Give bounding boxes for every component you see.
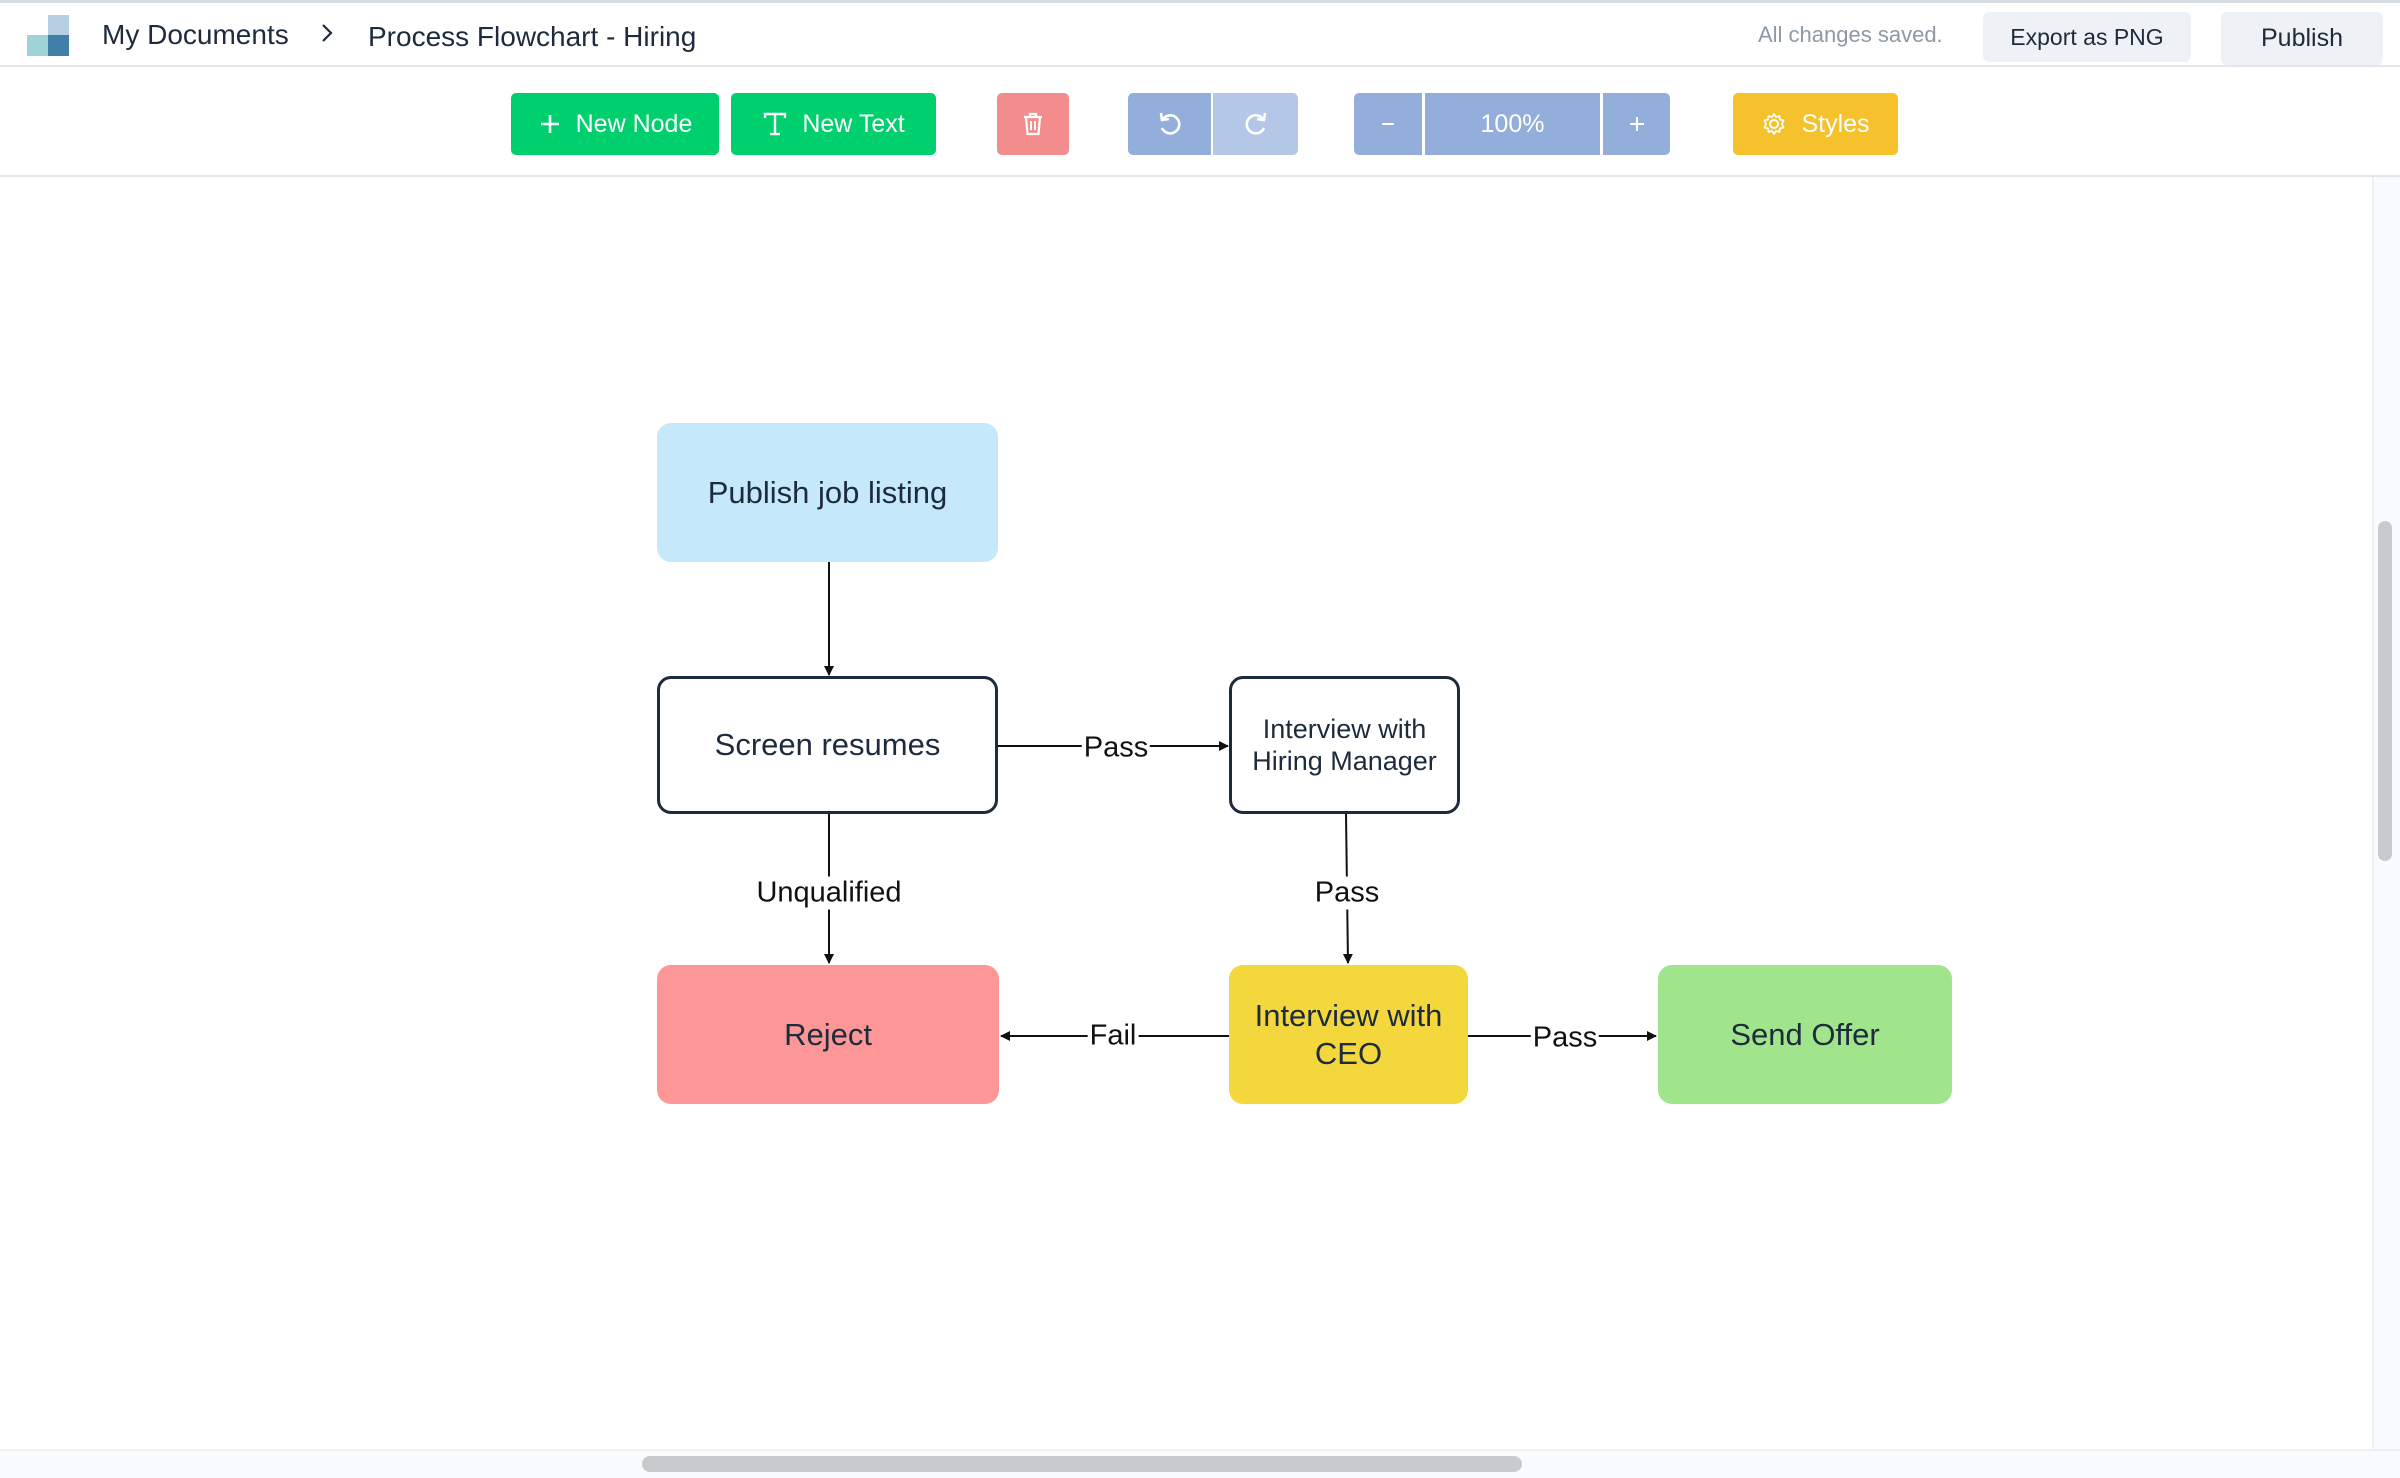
edge-label-pass[interactable]: Pass — [1081, 731, 1151, 765]
node-interview-hiring-manager[interactable]: Interview with Hiring Manager — [1229, 676, 1460, 814]
node-reject[interactable]: Reject — [657, 965, 999, 1104]
edge-label-unqualified[interactable]: Unqualified — [754, 876, 904, 910]
edge-label-fail[interactable]: Fail — [1087, 1019, 1139, 1053]
node-publish-job-listing[interactable]: Publish job listing — [657, 423, 998, 562]
vertical-scrollbar-thumb[interactable] — [2378, 521, 2392, 861]
node-screen-resumes[interactable]: Screen resumes — [657, 676, 998, 814]
node-interview-ceo[interactable]: Interview with CEO — [1229, 965, 1468, 1104]
connector-layer — [824, 562, 1657, 1041]
horizontal-scrollbar-thumb[interactable] — [642, 1456, 1522, 1472]
edge-label-pass[interactable]: Pass — [1530, 1021, 1600, 1055]
edge-label-pass[interactable]: Pass — [1312, 876, 1382, 910]
node-send-offer[interactable]: Send Offer — [1658, 965, 1952, 1104]
